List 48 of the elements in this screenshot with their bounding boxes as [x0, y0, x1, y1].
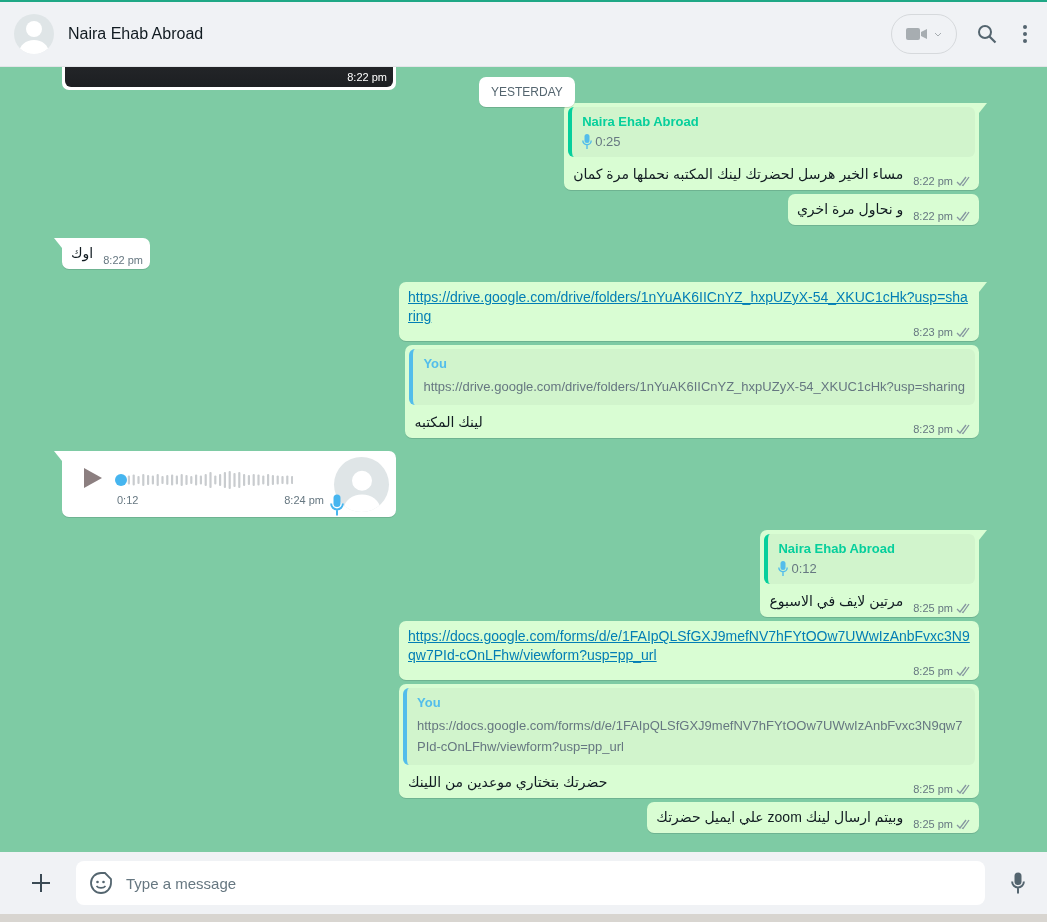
- sticker-icon: [90, 872, 112, 894]
- microphone-icon: [778, 561, 789, 576]
- message-link[interactable]: https://drive.google.com/drive/folders/1nYuAK6IICnYZ_hxpUZyX-54_XKUC1cHk?usp=sharing: [408, 288, 972, 326]
- message-text: لينك المكتبه: [414, 413, 483, 432]
- message-time: 8:22 pm: [913, 175, 953, 187]
- quote-author: You: [417, 695, 442, 710]
- image-message[interactable]: 8:22 pm: [62, 67, 396, 90]
- message-text: مساء الخير هرسل لحضرتك لينك المكتبه نحملها مرة كمان: [573, 165, 904, 184]
- quoted-message[interactable]: You https://docs.google.com/forms/d/e/1FAIpQLSfGXJ9mefNV7hFYtOOw7UWwIzAnbFvxc3N9qw7PId-cOnLFhw/viewform?usp=pp_url: [403, 688, 975, 765]
- search-icon: [977, 24, 997, 44]
- quote-author: You: [423, 356, 448, 371]
- more-options-icon: [1023, 25, 1027, 43]
- message-time: 8:25 pm: [913, 818, 953, 830]
- message-time: 8:22 pm: [913, 210, 953, 222]
- message-text: مرتين لايف في الاسبوع: [769, 592, 904, 611]
- plus-icon: [32, 874, 50, 892]
- quote-author: Naira Ehab Abroad: [778, 541, 896, 556]
- message-time: 8:22 pm: [103, 254, 143, 266]
- chevron-down-icon: [934, 31, 942, 37]
- message-time: 8:25 pm: [913, 602, 953, 614]
- voice-duration: 0:12: [117, 494, 139, 506]
- microphone-icon: [582, 134, 593, 149]
- microphone-icon: [1011, 871, 1025, 895]
- play-icon: [83, 467, 103, 489]
- quoted-message[interactable]: You https://drive.google.com/drive/folders/1nYuAK6IICnYZ_hxpUZyX-54_XKUC1cHk?usp=sharing: [409, 349, 975, 405]
- message-time: 8:23 pm: [913, 423, 953, 435]
- quote-duration: 0:12: [791, 561, 817, 576]
- date-chip: YESTERDAY: [479, 77, 575, 107]
- quote-duration: 0:25: [595, 134, 621, 149]
- message-time: 8:22 pm: [347, 71, 387, 83]
- message-time: 8:25 pm: [913, 665, 953, 677]
- message-time: 8:25 pm: [913, 783, 953, 795]
- video-camera-icon: [906, 27, 928, 41]
- quoted-message[interactable]: Naira Ehab Abroad 0:25: [568, 107, 975, 157]
- quoted-message[interactable]: Naira Ehab Abroad 0:12: [764, 534, 975, 584]
- quote-text: https://docs.google.com/forms/d/e/1FAIpQLSfGXJ9mefNV7hFYtOOw7UWwIzAnbFvxc3N9qw7PId-cOnLFhw/viewform?usp=pp_url: [417, 717, 964, 756]
- message-text: و نحاول مرة اخري: [796, 200, 904, 219]
- message-link[interactable]: https://docs.google.com/forms/d/e/1FAIpQLSfGXJ9mefNV7hFYtOOw7UWwIzAnbFvxc3N9qw7PId-cOnLFhw/viewform?usp=pp_url: [408, 627, 972, 665]
- message-text: اوك: [71, 244, 94, 263]
- microphone-icon: [330, 493, 344, 516]
- message-text: وبيتم ارسال لينك zoom علي ايميل حضرتك: [656, 808, 904, 827]
- playback-handle[interactable]: [115, 474, 127, 486]
- quote-text: https://drive.google.com/drive/folders/1nYuAK6IICnYZ_hxpUZyX-54_XKUC1cHk?usp=sharing: [423, 378, 965, 396]
- message-time: 8:24 pm: [284, 494, 324, 506]
- message-input-field[interactable]: Type a message: [76, 861, 985, 905]
- message-text: حضرتك بتختاري موعدين من اللينك: [408, 773, 608, 792]
- quote-author: Naira Ehab Abroad: [582, 114, 700, 129]
- message-time: 8:23 pm: [913, 326, 953, 338]
